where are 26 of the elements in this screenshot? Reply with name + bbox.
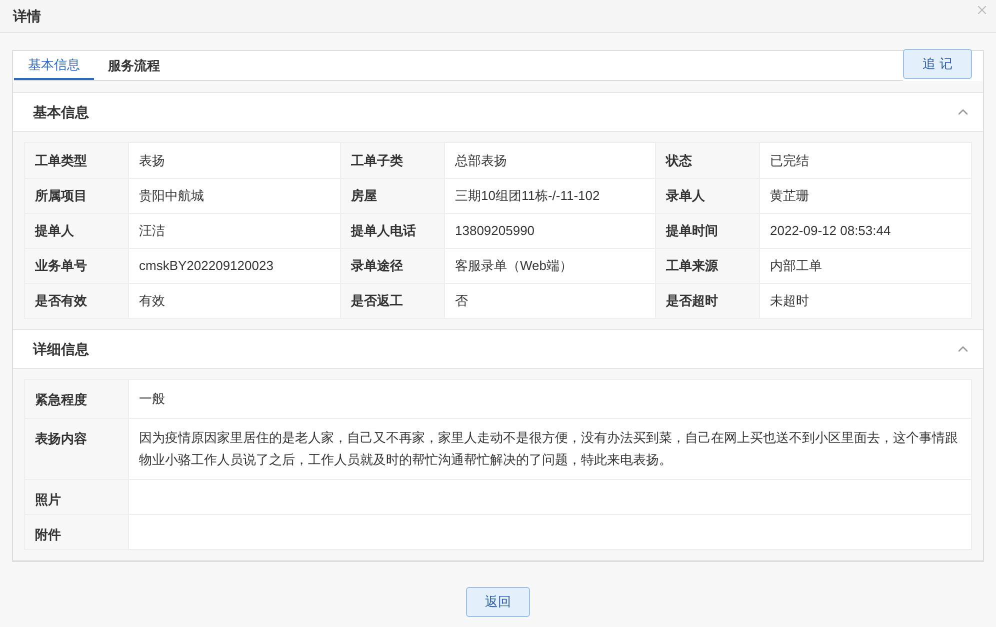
field-label: 状态 xyxy=(656,143,760,178)
tab[interactable]: 服务流程 xyxy=(94,51,174,80)
field-label: 工单来源 xyxy=(656,249,760,283)
field-label: 提单人 xyxy=(25,214,129,248)
field-label: 业务单号 xyxy=(25,249,129,283)
dialog-title: 详情 xyxy=(13,6,41,26)
field-label: 房屋 xyxy=(341,179,445,213)
field-label: 照片 xyxy=(25,480,129,514)
field-label: 是否有效 xyxy=(25,284,129,318)
field-label: 所属项目 xyxy=(25,179,129,213)
field-label: 是否返工 xyxy=(341,284,445,318)
close-icon[interactable] xyxy=(975,3,989,17)
field-label: 工单子类 xyxy=(341,143,445,178)
field-label: 录单途径 xyxy=(341,249,445,283)
field-label: 紧急程度 xyxy=(25,380,129,418)
field-label: 是否超时 xyxy=(656,284,760,318)
field-label: 表扬内容 xyxy=(25,419,129,479)
section-title: 基本信息 xyxy=(33,102,89,122)
field-label: 提单时间 xyxy=(656,214,760,248)
note-button[interactable]: 追 记 xyxy=(903,49,972,80)
section-title: 详细信息 xyxy=(33,340,89,358)
back-button[interactable]: 返回 xyxy=(466,587,530,617)
field-label: 提单人电话 xyxy=(341,214,445,248)
field-label: 附件 xyxy=(25,515,129,549)
field-label: 录单人 xyxy=(656,179,760,213)
field-label: 工单类型 xyxy=(25,143,129,178)
